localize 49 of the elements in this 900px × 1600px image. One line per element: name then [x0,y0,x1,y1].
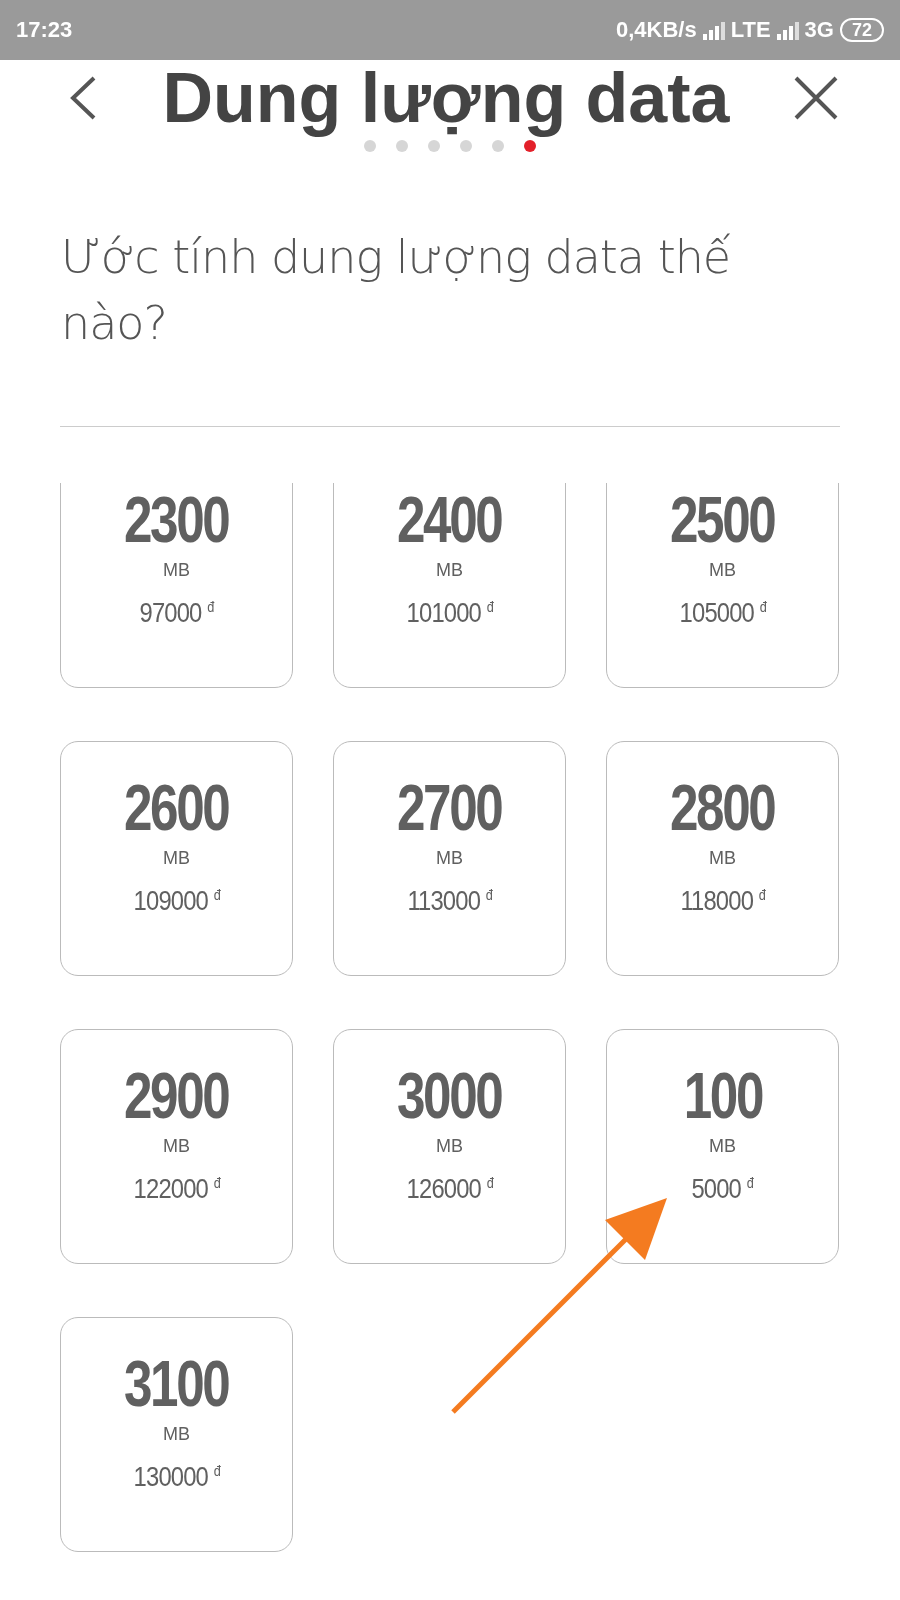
package-card[interactable]: 2600 MB 109000 $^{đ}$ [60,741,293,976]
package-card[interactable]: 2900 MB 122000 $^{đ}$ [60,1029,293,1264]
package-price: 122000 $^{đ}$ [133,1173,220,1205]
package-amount: 2500 [670,488,775,552]
package-unit: MB [163,1136,190,1157]
package-unit: MB [163,848,190,869]
package-amount: 3100 [124,1352,229,1416]
package-unit: MB [436,560,463,581]
package-price: 97000 $^{đ}$ [139,597,214,629]
network-speed: 0,4KB/s [615,17,697,43]
question-text: Ước tính dung lượng data thế nào? [61,229,732,352]
package-amount: 100 [683,1064,762,1128]
status-time: 17:23 [16,17,73,43]
package-amount: 2900 [124,1064,229,1128]
signal-icon [776,20,799,40]
package-card[interactable]: 3100 MB 130000 $^{đ}$ [60,1317,293,1552]
close-icon[interactable] [794,76,838,120]
package-card[interactable]: 2700 MB 113000 $^{đ}$ [333,741,566,976]
package-amount: 2800 [670,776,775,840]
package-unit: MB [709,848,736,869]
package-unit: MB [163,560,190,581]
package-unit: MB [436,848,463,869]
package-unit: MB [436,1136,463,1157]
package-card[interactable]: 2400 MB 101000 $^{đ}$ [333,483,566,688]
package-price: 113000 $^{đ}$ [407,885,492,917]
package-price: 126000 $^{đ}$ [406,1173,493,1205]
package-unit: MB [709,560,736,581]
package-price: 5000 $^{đ}$ [691,1173,754,1205]
package-card[interactable]: 2500 MB 105000 $^{đ}$ [606,483,839,688]
package-unit: MB [709,1136,736,1157]
package-card[interactable]: 2800 MB 118000 $^{đ}$ [606,741,839,976]
package-unit: MB [163,1424,190,1445]
package-amount: 2300 [124,488,229,552]
package-price: 101000 $^{đ}$ [406,597,493,629]
package-amount: 2600 [124,776,229,840]
package-price: 105000 $^{đ}$ [679,597,766,629]
package-amount: 2700 [397,776,502,840]
signal-icon [702,20,725,40]
package-card[interactable]: 2300 MB 97000 $^{đ}$ [60,483,293,688]
back-icon[interactable] [68,75,98,121]
package-amount: 2400 [397,488,502,552]
package-amount: 3000 [397,1064,502,1128]
package-card[interactable]: 3000 MB 126000 $^{đ}$ [333,1029,566,1264]
package-price: 130000 $^{đ}$ [133,1461,220,1493]
battery-indicator: 72 [839,18,884,42]
network-type: LTE [730,17,771,43]
package-price: 109000 $^{đ}$ [133,885,220,917]
network-type: 3G [804,17,834,43]
package-price: 118000 $^{đ}$ [680,885,765,917]
